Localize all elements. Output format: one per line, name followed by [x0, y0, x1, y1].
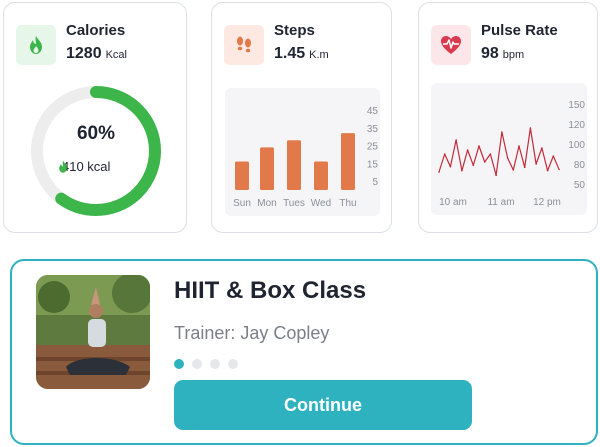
pagination-dot[interactable] [210, 359, 220, 369]
pulse-number: 98 [481, 45, 499, 62]
pulse-point [472, 164, 475, 167]
pulse-point [455, 139, 457, 141]
pulse-point [495, 174, 497, 177]
steps-title: Steps [274, 22, 315, 39]
pulse-point [523, 166, 526, 169]
pulse-point [438, 171, 440, 173]
pulse-xtick: 12 pm [533, 197, 561, 208]
pulse-ytick: 120 [568, 120, 585, 131]
pagination-dot[interactable] [174, 359, 184, 369]
class-title: HIIT & Box Class [174, 277, 367, 304]
flame-icon [16, 25, 56, 65]
pulse-ytick: 150 [568, 100, 585, 111]
pulse-xtick: 10 am [439, 197, 467, 208]
pagination-dot[interactable] [192, 359, 202, 369]
pulse-point [461, 169, 463, 172]
pulse-xtick: 11 am [487, 197, 514, 208]
steps-ytick: 45 [367, 106, 379, 117]
pulse-point [501, 131, 503, 133]
pulse-point [541, 147, 543, 149]
pagination-dots [174, 359, 238, 369]
heart-pulse-icon [431, 25, 471, 65]
steps-card: Steps 1.45 K.m 45 35 25 15 5 Sun Mon Tues Wed Thu [211, 2, 392, 233]
steps-xtick: Tues [283, 198, 305, 209]
steps-bar [341, 133, 355, 190]
pulse-ytick: 80 [574, 160, 586, 171]
pulse-title: Pulse Rate [481, 22, 558, 39]
pulse-point [449, 165, 452, 168]
class-photo [36, 275, 150, 389]
pulse-point [466, 149, 469, 151]
steps-bar [314, 161, 328, 190]
steps-xtick: Thu [339, 198, 356, 209]
pulse-series-line [438, 127, 560, 176]
steps-xtick: Sun [233, 198, 251, 209]
calories-percent: 60% [76, 123, 116, 144]
footprints-icon [224, 25, 264, 65]
pulse-ytick: 50 [574, 180, 586, 191]
steps-bar [235, 161, 249, 190]
steps-number: 1.45 [274, 45, 306, 62]
pulse-point [546, 169, 549, 172]
steps-ytick: 15 [367, 159, 379, 170]
steps-unit: K.m [309, 49, 329, 61]
pulse-point [478, 145, 480, 147]
pagination-dot[interactable] [228, 359, 238, 369]
pulse-point [489, 153, 492, 155]
pulse-chart: 150 120 100 80 50 10 am 11 am 12 pm [431, 83, 587, 215]
pulse-point [518, 145, 520, 147]
steps-ytick: 25 [367, 142, 379, 153]
pulse-ytick: 100 [568, 140, 585, 151]
calories-unit: Kcal [105, 49, 127, 61]
steps-chart: 45 35 25 15 5 Sun Mon Tues Wed Thu [225, 88, 380, 216]
steps-ytick: 35 [367, 124, 379, 135]
steps-xtick: Mon [257, 198, 276, 209]
steps-value: 1.45 K.m [274, 45, 329, 63]
pulse-point [443, 153, 446, 155]
steps-bar [287, 140, 301, 190]
pulse-point [552, 155, 555, 157]
calories-title: Calories [66, 22, 126, 39]
pulse-card: Pulse Rate 98 bpm 150 120 100 80 50 10 am 11 am… [418, 2, 598, 233]
steps-xtick: Wed [311, 198, 331, 209]
calories-burned: 410 kcal [56, 159, 110, 174]
class-card[interactable]: HIIT & Box Class Trainer: Jay Copley Con… [10, 259, 598, 445]
pulse-point [506, 157, 509, 159]
calories-value: 1280 Kcal [66, 45, 127, 63]
pulse-point [558, 168, 560, 171]
pulse-point [529, 127, 532, 129]
calories-number: 1280 [66, 45, 102, 62]
class-trainer: Trainer: Jay Copley [174, 323, 330, 343]
calories-card: Calories 1280 Kcal 60% 410 kcal [3, 2, 187, 233]
calories-progress-ring: 60% 410 kcal [26, 81, 166, 221]
pulse-point [483, 161, 486, 163]
steps-ytick: 5 [372, 177, 378, 188]
pulse-point [512, 169, 515, 171]
steps-bar [260, 147, 274, 190]
continue-button[interactable]: Continue [174, 380, 472, 430]
pulse-value: 98 bpm [481, 45, 524, 63]
pulse-point [535, 163, 537, 165]
pulse-unit: bpm [502, 49, 525, 61]
